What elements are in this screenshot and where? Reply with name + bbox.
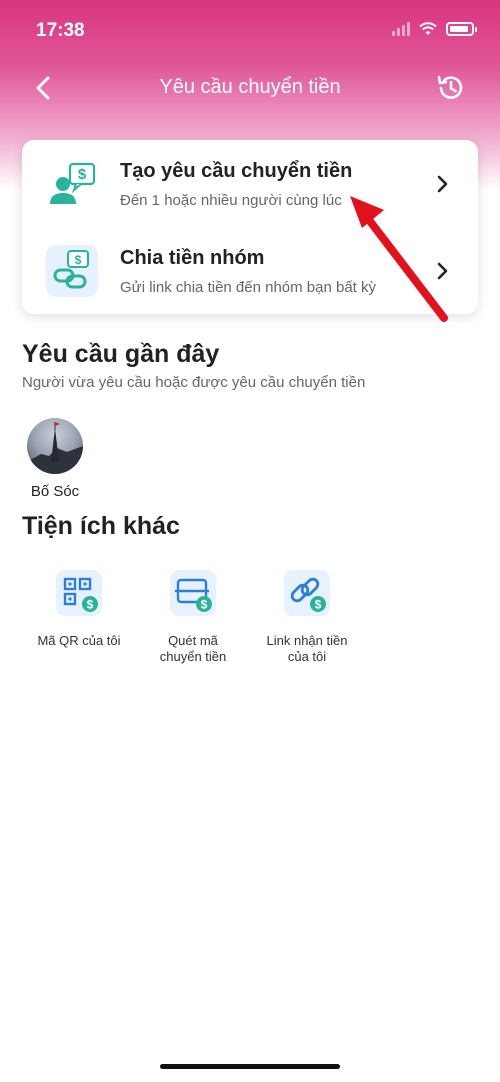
- create-request-subtitle: Đến 1 hoặc nhiều người cùng lúc: [120, 192, 342, 209]
- split-bill-title: Chia tiền nhóm: [120, 247, 265, 269]
- options-card: $ Tạo yêu cầu chuyển tiền Đến 1 hoặc nhi…: [22, 140, 478, 314]
- status-icons: [392, 22, 477, 36]
- my-qr-utility[interactable]: $ Mã QR của tôi: [14, 570, 144, 649]
- create-request-title: Tạo yêu cầu chuyển tiền: [120, 160, 353, 182]
- receive-link-label: Link nhận tiền của tôi: [266, 633, 348, 664]
- other-utilities-title: Tiện ích khác: [22, 512, 180, 540]
- contact-name: Bố Sóc: [30, 483, 80, 500]
- wifi-icon: [419, 22, 437, 35]
- svg-text:$: $: [315, 598, 322, 612]
- my-qr-label: Mã QR của tôi: [37, 633, 121, 648]
- scan-transfer-icon: $: [170, 570, 216, 616]
- svg-text:$: $: [201, 598, 208, 612]
- request-money-icon: $: [50, 162, 96, 204]
- chevron-right-icon: [437, 175, 448, 193]
- receive-link-icon: $: [284, 570, 330, 616]
- chevron-right-icon: [437, 262, 448, 280]
- create-request-option[interactable]: $ Tạo yêu cầu chuyển tiền Đến 1 hoặc nhi…: [22, 140, 478, 227]
- svg-text:$: $: [87, 598, 94, 612]
- split-bill-icon: $: [46, 245, 98, 297]
- recent-contact[interactable]: Bố Sóc: [22, 418, 88, 500]
- avatar: [27, 418, 83, 474]
- scan-transfer-label: Quét mã chuyển tiền: [159, 633, 227, 664]
- svg-text:$: $: [78, 166, 87, 183]
- page-title: Yêu cầu chuyển tiền: [159, 76, 341, 98]
- history-icon: [437, 75, 463, 99]
- recent-requests-subtitle: Người vừa yêu cầu hoặc được yêu cầu chuy…: [22, 374, 366, 391]
- receive-link-utility[interactable]: $ Link nhận tiền của tôi: [242, 570, 372, 665]
- utilities-grid: $ Mã QR của tôi $ Quét mã chuyển tiền $: [0, 570, 500, 670]
- nav-bar: Yêu cầu chuyển tiền: [0, 66, 500, 110]
- signal-icon: [392, 22, 410, 36]
- home-indicator: [160, 1064, 340, 1069]
- battery-icon: [446, 22, 477, 36]
- split-bill-subtitle: Gửi link chia tiền đến nhóm bạn bất kỳ: [120, 279, 377, 296]
- status-time: 17:38: [36, 20, 85, 41]
- recent-requests-title: Yêu cầu gần đây: [22, 340, 220, 368]
- qr-code-icon: $: [56, 570, 102, 616]
- status-bar: 17:38: [0, 0, 500, 60]
- history-button[interactable]: [434, 71, 468, 105]
- svg-text:$: $: [75, 253, 82, 267]
- split-bill-option[interactable]: $ Chia tiền nhóm Gửi link chia tiền đến …: [22, 227, 478, 314]
- scan-transfer-utility[interactable]: $ Quét mã chuyển tiền: [128, 570, 258, 665]
